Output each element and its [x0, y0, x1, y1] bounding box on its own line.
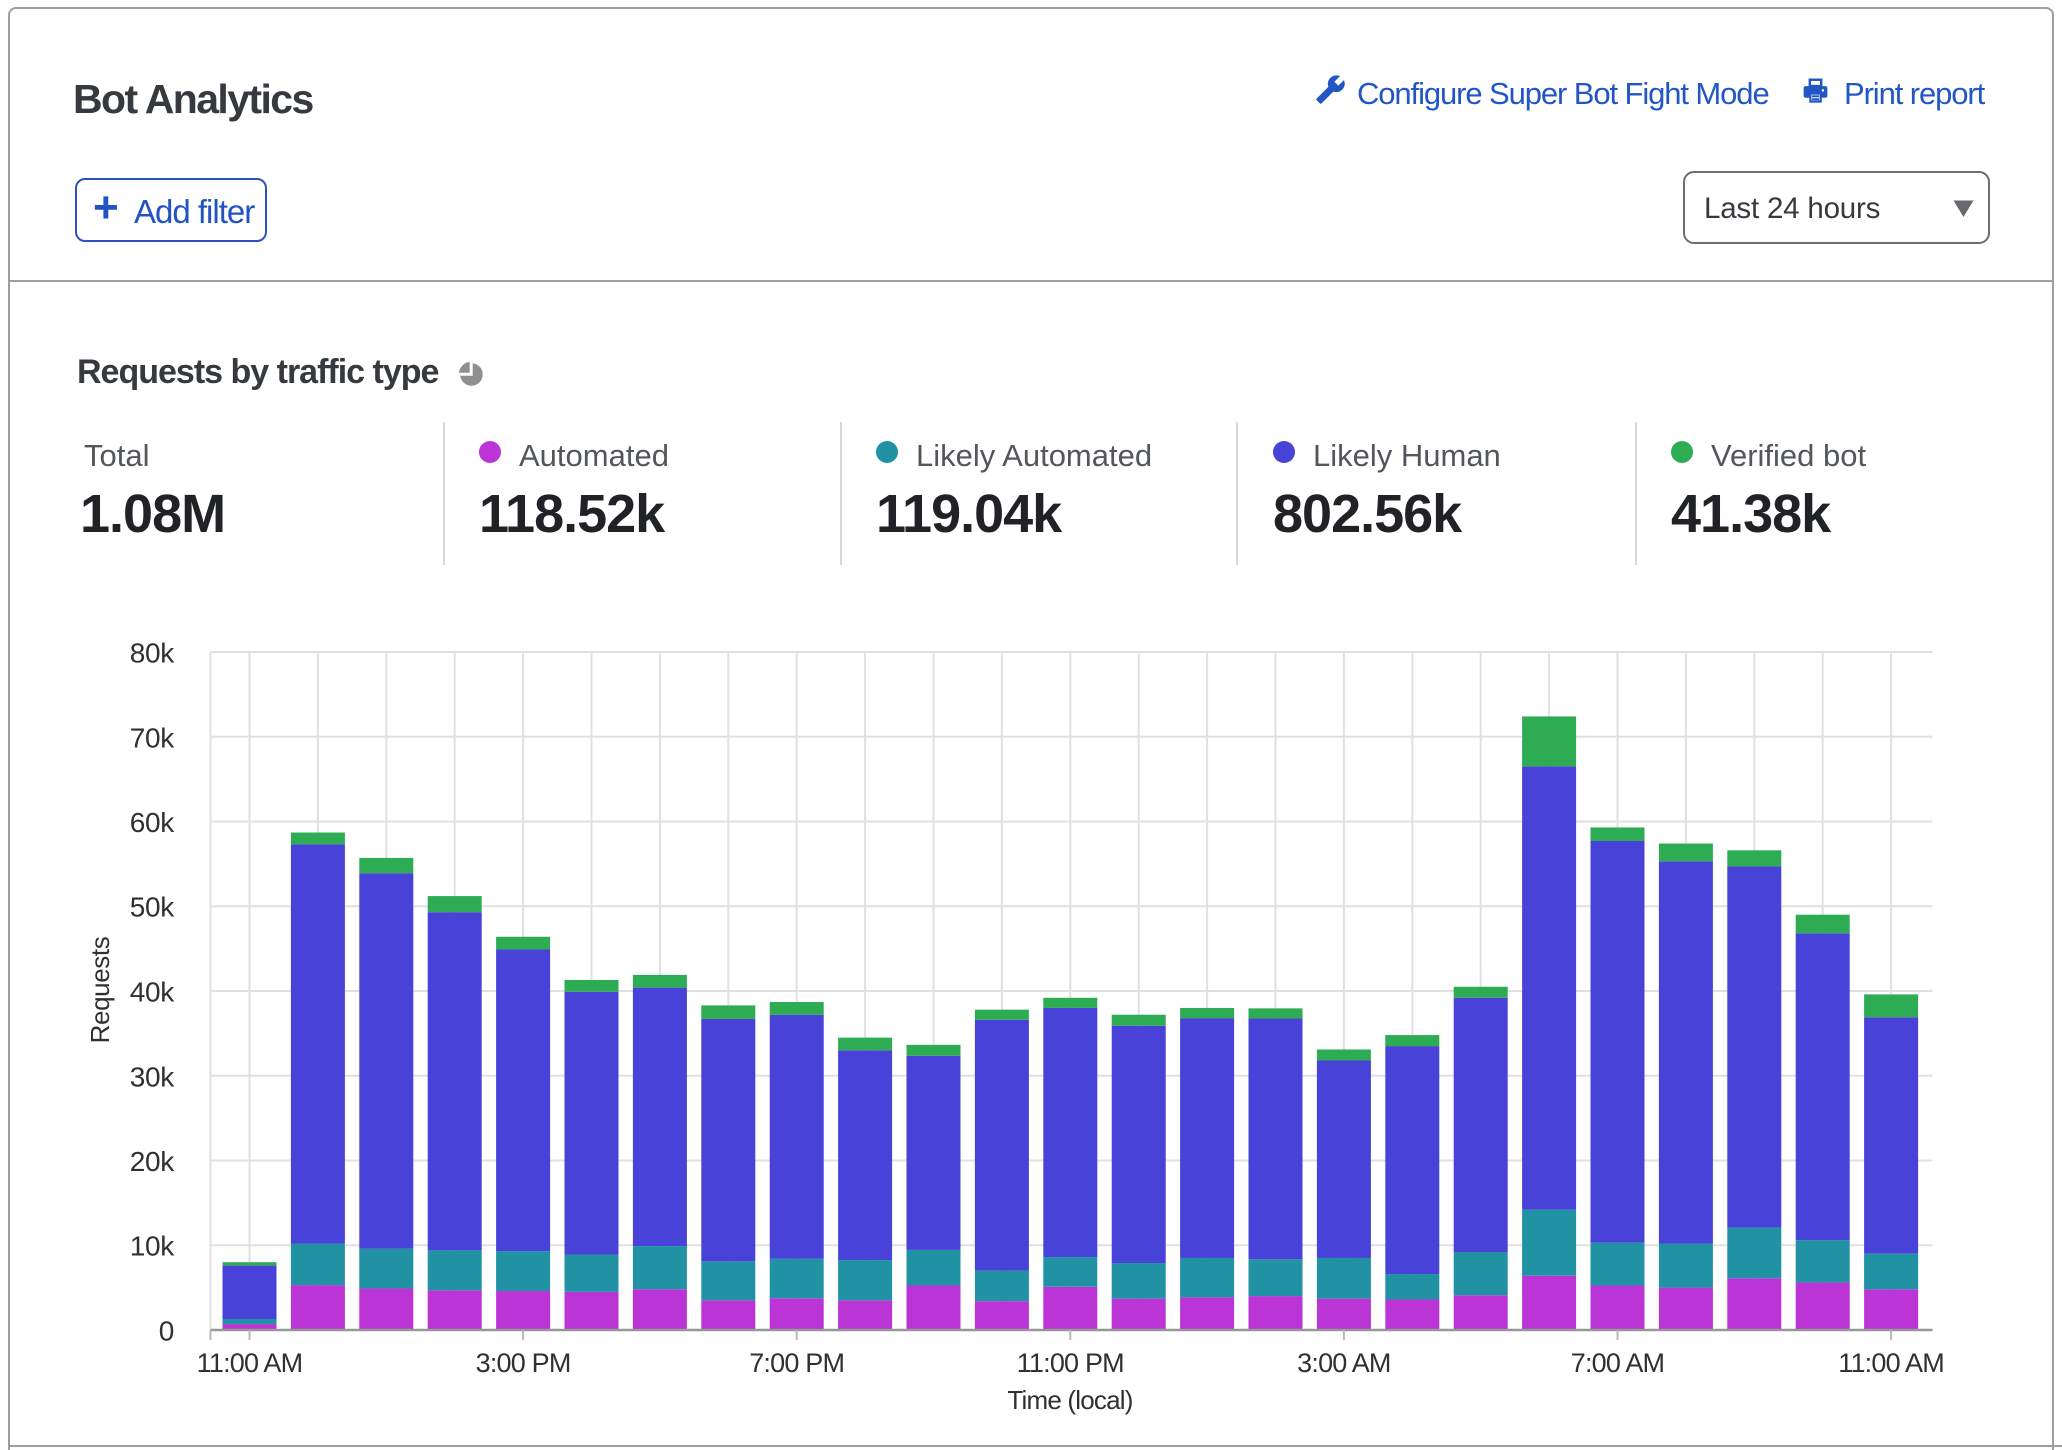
- svg-text:60k: 60k: [130, 807, 176, 838]
- svg-text:3:00 AM: 3:00 AM: [1297, 1348, 1390, 1378]
- svg-text:Time (local): Time (local): [1007, 1385, 1132, 1415]
- svg-text:11:00 AM: 11:00 AM: [197, 1348, 303, 1378]
- svg-text:40k: 40k: [130, 977, 176, 1008]
- svg-text:Requests: Requests: [85, 936, 115, 1043]
- svg-text:7:00 AM: 7:00 AM: [1571, 1348, 1664, 1378]
- svg-text:11:00 AM: 11:00 AM: [1838, 1348, 1944, 1378]
- svg-text:7:00 PM: 7:00 PM: [749, 1348, 844, 1378]
- svg-text:0: 0: [159, 1316, 174, 1347]
- svg-text:50k: 50k: [130, 892, 176, 923]
- svg-text:11:00 PM: 11:00 PM: [1017, 1348, 1124, 1378]
- svg-text:10k: 10k: [130, 1231, 176, 1262]
- svg-text:30k: 30k: [130, 1061, 176, 1092]
- svg-text:80k: 80k: [130, 638, 176, 669]
- svg-text:20k: 20k: [130, 1146, 176, 1177]
- svg-text:70k: 70k: [130, 722, 176, 753]
- svg-text:3:00 PM: 3:00 PM: [476, 1348, 571, 1378]
